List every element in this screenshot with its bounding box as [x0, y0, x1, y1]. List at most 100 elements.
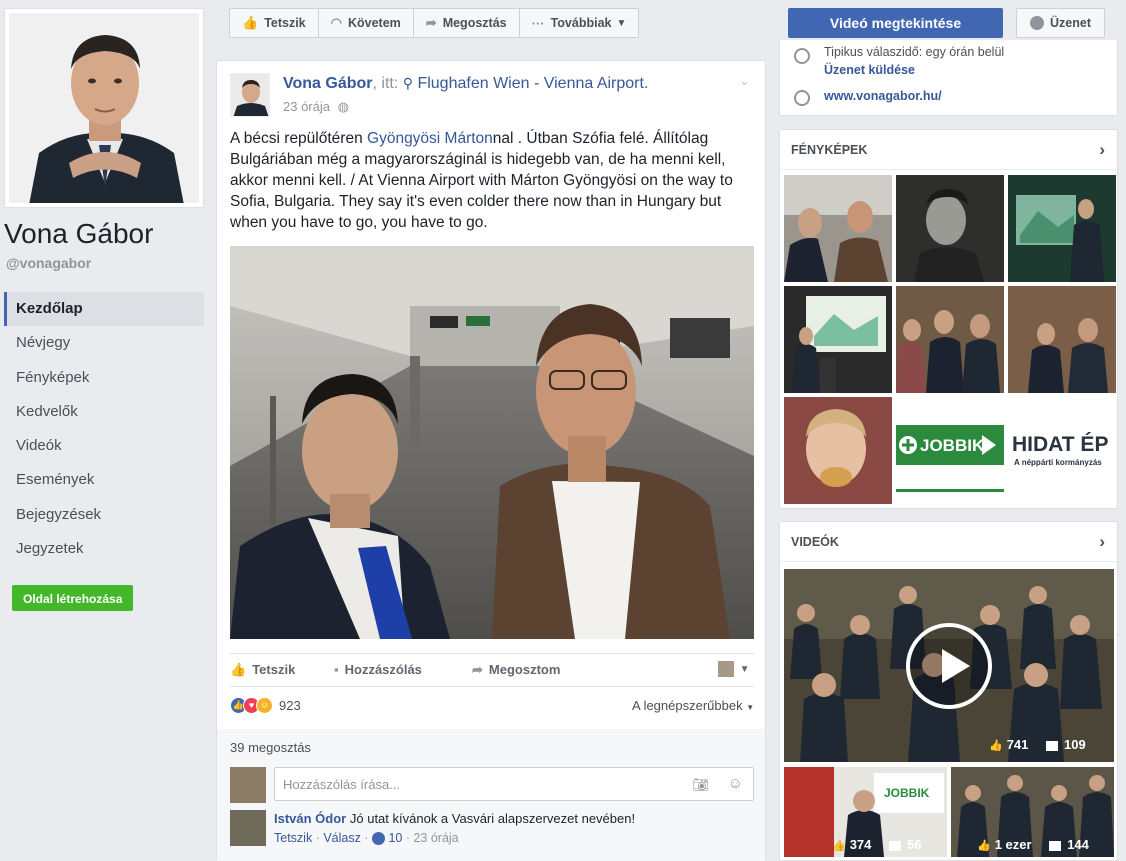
watch-video-button[interactable]: Videó megtekintése	[788, 8, 1003, 38]
commenter-name[interactable]: István Ódor	[274, 811, 346, 826]
comment-text: István Ódor Jó utat kívánok a Vasvári al…	[274, 811, 636, 826]
photo-thumb[interactable]	[784, 286, 892, 393]
emoji-icon[interactable]: ☺	[728, 775, 743, 792]
mini-avatar	[718, 660, 734, 677]
follow-button[interactable]: ◠ Követem	[319, 9, 414, 37]
photo-thumb[interactable]	[784, 397, 892, 504]
post-card: Vona Gábor, itt: ⚲ Flughafen Wien - Vien…	[216, 60, 766, 861]
comment-like-count[interactable]: 10	[388, 831, 402, 845]
airport-selfie-image	[230, 246, 754, 639]
post-location[interactable]: Flughafen Wien - Vienna Airport.	[417, 75, 648, 92]
reaction-summary[interactable]: 👍 ♥ ☺ 923	[230, 697, 301, 714]
create-page-button[interactable]: Oldal létrehozása	[12, 585, 134, 611]
video-thumb-right[interactable]: 👍 1 ezer 144	[951, 767, 1114, 857]
thumbs-up-icon: 👍	[832, 840, 846, 852]
photo-thumb[interactable]	[1008, 175, 1116, 282]
photo-grid: JOBBIK HIDAT ÉP A néppárti kormányzás	[784, 175, 1116, 504]
thumbs-up-icon: 👍	[977, 840, 991, 852]
caret-down-icon: ▼	[616, 17, 627, 29]
hidat-poster-text: HIDAT ÉP	[1012, 433, 1108, 456]
more-dots-icon: ···	[531, 15, 545, 31]
videos-card: VIDEÓK › 👍 741 109 JOBBIK 👍 374 56 👍 1 e…	[779, 521, 1118, 861]
share-count[interactable]: 39 megosztás	[230, 740, 311, 755]
share-page-button[interactable]: ➦ Megosztás	[414, 9, 520, 37]
current-user-avatar	[230, 767, 266, 803]
photo-thumb[interactable]	[896, 286, 1004, 393]
rss-icon: ◠	[330, 15, 342, 30]
share-arrow-icon: ➦	[472, 662, 483, 677]
nav-item-photos[interactable]: Fényképek	[4, 361, 204, 395]
post-comment-button[interactable]: ▪ Hozzászólás	[334, 662, 422, 677]
video-thumb-left[interactable]: JOBBIK 👍 374 56	[784, 767, 947, 857]
photo-thumb[interactable]	[784, 175, 892, 282]
post-mention[interactable]: Gyöngyösi Márton	[367, 130, 493, 147]
comment-icon	[1046, 740, 1059, 751]
page-action-bar: 👍 Tetszik ◠ Követem ➦ Megosztás ··· Tová…	[229, 8, 640, 38]
photo-image	[784, 175, 892, 282]
comment-icon: ▪	[334, 662, 339, 677]
photo-image	[1008, 175, 1116, 282]
play-button-icon[interactable]	[906, 623, 992, 709]
reaction-count: 923	[279, 698, 301, 713]
photo-image	[784, 286, 892, 393]
profile-picture[interactable]	[4, 8, 204, 208]
photo-thumb-hidat[interactable]: HIDAT ÉP A néppárti kormányzás	[1008, 397, 1116, 504]
video-left-stats: 👍 374 56	[832, 837, 922, 852]
comment-like-link[interactable]: Tetszik	[274, 831, 312, 845]
nav-item-videos[interactable]: Videók	[4, 429, 204, 463]
more-button[interactable]: ··· Továbbiak ▼	[520, 9, 639, 37]
profile-photo	[9, 13, 199, 203]
comment-icon	[1049, 840, 1062, 851]
website-link[interactable]: www.vonagabor.hu/	[824, 89, 942, 103]
nav-item-likes[interactable]: Kedvelők	[4, 395, 204, 429]
photos-header[interactable]: FÉNYKÉPEK ›	[780, 130, 1117, 170]
send-message-link[interactable]: Üzenet küldése	[824, 63, 915, 77]
page-name[interactable]: Vona Gábor	[4, 218, 153, 250]
like-page-button[interactable]: 👍 Tetszik	[230, 9, 319, 37]
nav-item-posts[interactable]: Bejegyzések	[4, 498, 204, 532]
photo-thumb[interactable]	[896, 175, 1004, 282]
comment-reply-link[interactable]: Válasz	[323, 831, 361, 845]
comment-input[interactable]: Hozzászólás írása... 📷︎ ☺	[274, 767, 754, 801]
post-photo[interactable]	[230, 246, 754, 639]
post-options-chevron-icon[interactable]: ⌄	[739, 73, 750, 89]
commenter-avatar[interactable]	[230, 810, 266, 846]
chevron-right-icon[interactable]: ›	[1099, 130, 1105, 170]
message-bubble-icon	[1030, 16, 1044, 30]
photo-image	[1008, 286, 1116, 393]
audience-selector[interactable]: ▼	[718, 660, 750, 677]
thumbs-up-icon: 👍	[989, 740, 1003, 752]
camera-icon[interactable]: 📷︎	[692, 777, 709, 793]
avatar-image	[231, 74, 269, 116]
photo-image: HIDAT ÉP A néppárti kormányzás	[1008, 397, 1116, 504]
post-author-name[interactable]: Vona Gábor	[283, 75, 373, 92]
globe-icon: ◍	[337, 99, 349, 114]
photo-thumb-jobbik[interactable]: JOBBIK	[896, 397, 1004, 504]
page-info-card: Tipikus válaszidő: egy órán belül Üzenet…	[779, 40, 1118, 116]
nav-item-home[interactable]: Kezdőlap	[4, 292, 204, 327]
jobbik-logo-text: JOBBIK	[884, 786, 930, 800]
share-arrow-icon: ➦	[425, 15, 437, 30]
photo-thumb[interactable]	[1008, 286, 1116, 393]
post-action-row: 👍 Tetszik ▪ Hozzászólás ➦ Megosztom ▼	[230, 653, 754, 687]
chevron-right-icon[interactable]: ›	[1099, 522, 1105, 562]
post-like-button[interactable]: 👍 Tetszik	[230, 662, 295, 678]
thumbs-up-icon: 👍	[230, 662, 247, 677]
nav-item-notes[interactable]: Jegyzetek	[4, 532, 204, 566]
post-share-button[interactable]: ➦ Megosztom	[472, 662, 560, 678]
page-handle[interactable]: @vonagabor	[6, 255, 91, 271]
caret-down-icon: ▼	[739, 664, 750, 675]
nav-item-events[interactable]: Események	[4, 463, 204, 497]
hidat-poster-subtext: A néppárti kormányzás	[1014, 458, 1102, 467]
message-bubble-icon	[794, 48, 810, 64]
comment-time[interactable]: 23 órája	[413, 831, 458, 845]
videos-header[interactable]: VIDEÓK ›	[780, 522, 1117, 562]
post-author-avatar[interactable]	[230, 73, 270, 117]
video-thumb-main[interactable]: 👍 741 109	[784, 569, 1114, 762]
haha-reaction-icon: ☺	[256, 697, 273, 714]
left-nav: Kezdőlap Névjegy Fényképek Kedvelők Vide…	[4, 292, 204, 566]
nav-item-about[interactable]: Névjegy	[4, 326, 204, 360]
photo-image: JOBBIK	[896, 397, 1004, 504]
message-button[interactable]: Üzenet	[1016, 8, 1105, 38]
comment-sort-dropdown[interactable]: A legnépszerűbbek ▼	[632, 698, 754, 713]
